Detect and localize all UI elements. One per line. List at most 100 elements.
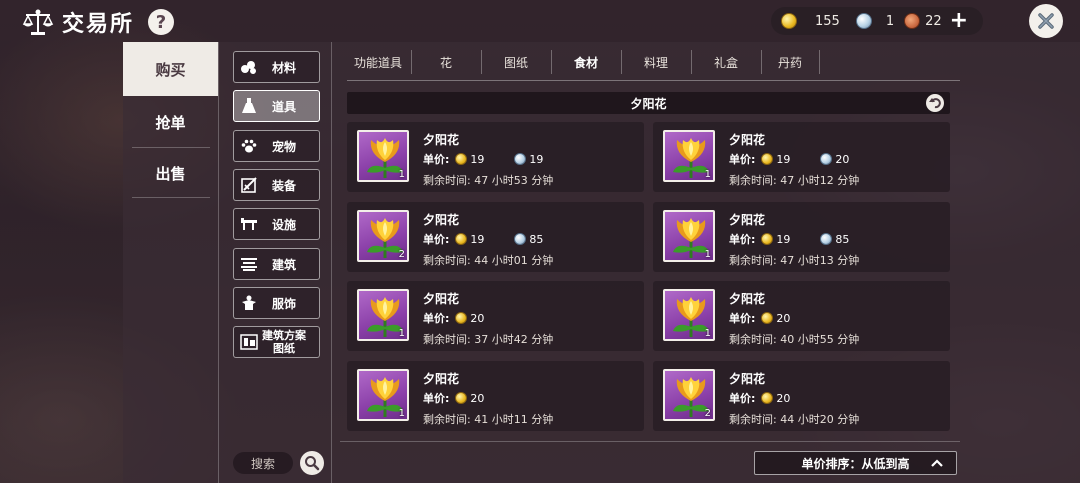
listing-card[interactable]: 1 夕阳花 单价: 19 19 剩余时间: 47 小时53 分钟 (347, 122, 644, 192)
item-name: 夕阳花 (423, 133, 460, 147)
time-label: 剩余时间: (423, 413, 471, 426)
item-quantity: 1 (704, 169, 711, 180)
tab-label: 图纸 (503, 55, 528, 70)
category-building[interactable]: 建筑 (233, 248, 320, 280)
clothing-icon (240, 294, 258, 312)
category-item[interactable]: 道具 (233, 90, 320, 122)
item-thumbnail: 1 (663, 289, 715, 341)
item-thumbnail: 2 (357, 210, 409, 262)
time-value: 41 小时11 分钟 (474, 413, 554, 426)
gem-currency: 1 (855, 13, 895, 29)
tab-function-items[interactable]: 功能道具 (347, 50, 409, 74)
remaining-time: 剩余时间: 44 小时20 分钟 (729, 411, 859, 427)
gold-coin-icon (455, 392, 468, 404)
gem-amount: 1 (885, 13, 895, 29)
category-clothing[interactable]: 服饰 (233, 287, 320, 319)
remaining-time: 剩余时间: 47 小时12 分钟 (729, 172, 859, 188)
tab-separator (551, 50, 552, 74)
gold-coin-icon (761, 233, 774, 245)
gem-icon (820, 153, 833, 165)
tab-label: 功能道具 (353, 55, 402, 70)
listing-card[interactable]: 1 夕阳花 单价: 20 剩余时间: 41 小时11 分钟 (347, 361, 644, 431)
search-icon (305, 456, 320, 471)
nav-grab-order[interactable]: 抢单 (123, 96, 218, 148)
time-value: 44 小时20 分钟 (780, 413, 860, 426)
add-currency-button[interactable]: + (950, 10, 968, 32)
price-label: 单价: (729, 312, 756, 325)
category-pet[interactable]: 宠物 (233, 130, 320, 162)
item-thumbnail: 1 (663, 130, 715, 182)
item-name: 夕阳花 (729, 133, 766, 147)
listing-card[interactable]: 1 夕阳花 单价: 19 85 剩余时间: 47 小时13 分钟 (653, 202, 950, 272)
nav-buy-label: 购买 (155, 60, 186, 79)
gold-price: 19 (776, 232, 791, 246)
page-title: 交易所 (62, 12, 135, 37)
category-facility[interactable]: 设施 (233, 208, 320, 240)
help-button[interactable]: ? (148, 9, 175, 35)
gold-coin-icon (761, 312, 774, 324)
nav-sell[interactable]: 出售 (123, 147, 218, 199)
gem-price: 85 (529, 232, 544, 246)
gem-icon (514, 153, 527, 165)
listing-card[interactable]: 1 夕阳花 单价: 20 剩余时间: 37 小时42 分钟 (347, 281, 644, 351)
nav-separator (132, 197, 210, 198)
item-thumbnail: 1 (357, 130, 409, 182)
time-value: 44 小时01 分钟 (474, 254, 554, 267)
price-row: 单价: 20 (423, 311, 514, 326)
close-icon (1038, 13, 1054, 29)
close-button[interactable] (1029, 4, 1063, 38)
chevron-up-icon (931, 459, 943, 467)
listing-card[interactable]: 1 夕阳花 单价: 19 20 剩余时间: 47 小时12 分钟 (653, 122, 950, 192)
time-label: 剩余时间: (729, 254, 777, 267)
gold-price: 19 (470, 232, 485, 246)
tab-separator (481, 50, 482, 74)
title-bar: 交易所 ? (22, 6, 175, 38)
gold-coin-icon (761, 392, 774, 404)
tab-blueprint[interactable]: 图纸 (483, 50, 549, 74)
tab-flower[interactable]: 花 (413, 50, 479, 74)
gem-price: 85 (835, 232, 850, 246)
item-quantity: 1 (704, 249, 711, 260)
price-row: 单价: 19 85 (423, 232, 544, 247)
search-label: 搜索 (250, 456, 275, 471)
item-quantity: 2 (704, 408, 711, 419)
tab-gift-box[interactable]: 礼盒 (693, 50, 759, 74)
price-row: 单价: 19 85 (729, 232, 850, 247)
undo-icon (929, 98, 941, 109)
time-value: 37 小时42 分钟 (474, 333, 554, 346)
search-button[interactable] (300, 451, 324, 475)
item-name: 夕阳花 (423, 213, 460, 227)
price-label: 单价: (423, 392, 450, 405)
item-quantity: 1 (398, 328, 405, 339)
tab-ingredients[interactable]: 食材 (553, 50, 619, 74)
remaining-time: 剩余时间: 41 小时11 分钟 (423, 411, 553, 427)
category-label: 服饰 (272, 296, 297, 311)
category-label: 设施 (272, 217, 297, 232)
price-row: 单价: 20 (729, 311, 820, 326)
category-equipment[interactable]: 装备 (233, 169, 320, 201)
item-name: 夕阳花 (423, 292, 460, 306)
remaining-time: 剩余时间: 40 小时55 分钟 (729, 331, 859, 347)
nav-buy[interactable]: 购买 (123, 42, 218, 96)
sort-button[interactable]: 单价排序：从低到高 (754, 451, 957, 475)
list-bottom-divider (340, 441, 960, 442)
item-thumbnail: 1 (663, 210, 715, 262)
listing-card[interactable]: 2 夕阳花 单价: 20 剩余时间: 44 小时20 分钟 (653, 361, 950, 431)
tab-separator (621, 50, 622, 74)
tab-label: 料理 (643, 55, 668, 70)
question-icon: ? (155, 11, 167, 33)
tab-separator (761, 50, 762, 74)
category-material[interactable]: 材料 (233, 51, 320, 83)
tab-pills[interactable]: 丹药 (763, 50, 817, 74)
category-blueprint[interactable]: 建筑方案 图纸 (233, 326, 320, 358)
search-input[interactable]: 搜索 (233, 452, 293, 474)
price-row: 单价: 20 (423, 391, 514, 406)
cookie-currency: 22 (904, 13, 942, 29)
back-button[interactable] (926, 94, 944, 112)
price-row: 单价: 19 19 (423, 152, 543, 167)
tab-cuisine[interactable]: 料理 (623, 50, 689, 74)
listing-card[interactable]: 1 夕阳花 单价: 20 剩余时间: 40 小时55 分钟 (653, 281, 950, 351)
gem-icon (820, 233, 833, 245)
listing-card[interactable]: 2 夕阳花 单价: 19 85 剩余时间: 44 小时01 分钟 (347, 202, 644, 272)
gold-coin-icon (781, 13, 797, 29)
